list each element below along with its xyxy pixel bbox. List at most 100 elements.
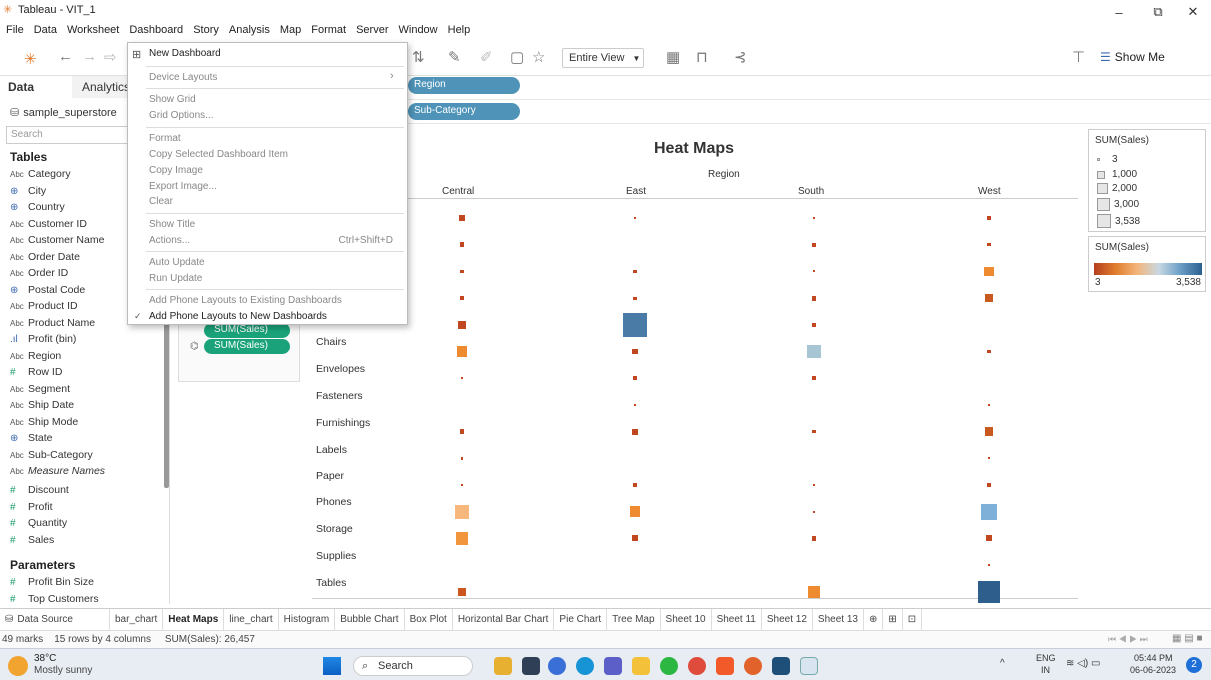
menu-item-clear[interactable]: Clear	[149, 196, 173, 207]
show-me-button[interactable]: ☰ Show Me	[1100, 50, 1165, 64]
heatmap-mark[interactable]	[977, 580, 1001, 603]
tab-sheet-12[interactable]: Sheet 12	[762, 608, 813, 631]
heatmap-mark[interactable]	[811, 295, 817, 301]
menu-item-device-layouts[interactable]: Device Layouts	[149, 72, 217, 83]
tableau-home-icon[interactable]: ✳	[24, 50, 37, 68]
heatmap-mark[interactable]	[633, 483, 637, 487]
field-city[interactable]: ⊕ City	[10, 185, 46, 197]
brave-icon[interactable]	[716, 657, 734, 675]
heatmap-mark[interactable]	[456, 346, 468, 357]
file-explorer-icon[interactable]	[632, 657, 650, 675]
task-view-icon[interactable]	[522, 657, 540, 675]
heatmap-mark[interactable]	[633, 216, 637, 220]
tab-sheet-11[interactable]: Sheet 11	[712, 608, 762, 631]
heatmap-mark[interactable]	[459, 215, 465, 221]
rows-pill-subcategory[interactable]: Sub-Category	[408, 103, 520, 120]
menu-item-copy-selected[interactable]: Copy Selected Dashboard Item	[149, 149, 288, 160]
field-segment[interactable]: Abc Segment	[10, 383, 70, 395]
field-order-date[interactable]: Abc Order Date	[10, 251, 80, 263]
heatmap-mark[interactable]	[813, 270, 815, 273]
menu-dashboard[interactable]: Dashboard	[129, 24, 183, 36]
heatmap-mark[interactable]	[812, 322, 816, 327]
heatmap-mark[interactable]	[807, 344, 821, 359]
tab-histogram[interactable]: Histogram	[279, 608, 336, 631]
field-discount[interactable]: # Discount	[10, 484, 69, 496]
heatmap-mark[interactable]	[986, 215, 992, 221]
field-measure-names[interactable]: Abc Measure Names	[10, 465, 105, 477]
heatmap-mark[interactable]	[984, 266, 994, 276]
heatmap-mark[interactable]	[629, 506, 641, 518]
forward-arrow-icon[interactable]: →	[82, 48, 97, 65]
annotate-icon[interactable]: ✐	[480, 48, 493, 66]
tab-data[interactable]: Data	[0, 76, 72, 98]
chat-app-icon[interactable]	[548, 657, 566, 675]
field-sales[interactable]: # Sales	[10, 534, 54, 546]
widgets-app-icon[interactable]	[494, 657, 512, 675]
heatmap-mark[interactable]	[460, 457, 464, 460]
wifi-icon[interactable]: ≋ ◁) ▭	[1066, 658, 1100, 669]
heatmap-mark[interactable]	[632, 348, 638, 355]
heatmap-mark[interactable]	[986, 535, 992, 542]
menu-window[interactable]: Window	[399, 24, 438, 36]
highlight-icon[interactable]: ✎	[448, 48, 461, 66]
menu-worksheet[interactable]: Worksheet	[67, 24, 119, 36]
field-product-id[interactable]: Abc Product ID	[10, 300, 78, 312]
menu-file[interactable]: File	[6, 24, 24, 36]
field-country[interactable]: ⊕ Country	[10, 201, 65, 213]
menu-item-phone-existing[interactable]: Add Phone Layouts to Existing Dashboards	[149, 295, 342, 306]
field-row-id[interactable]: # Row ID	[10, 366, 62, 378]
field-customer-name[interactable]: Abc Customer Name	[10, 234, 104, 246]
menu-format[interactable]: Format	[311, 24, 346, 36]
fit-dropdown[interactable]: Entire View ▼	[562, 48, 644, 68]
heatmap-mark[interactable]	[460, 296, 464, 300]
menu-item-new-dashboard[interactable]: New Dashboard	[149, 48, 221, 59]
heatmap-mark[interactable]	[457, 320, 467, 329]
taskbar-search[interactable]: ⌕ Search	[353, 656, 473, 676]
field-quantity[interactable]: # Quantity	[10, 517, 67, 529]
field-region[interactable]: Abc Region	[10, 350, 61, 362]
heatmap-mark[interactable]	[812, 483, 816, 487]
heatmap-mark[interactable]	[984, 427, 994, 436]
teams-icon[interactable]	[604, 657, 622, 675]
menu-server[interactable]: Server	[356, 24, 388, 36]
field-state[interactable]: ⊕ State	[10, 432, 53, 444]
tab-line-chart[interactable]: line_chart	[224, 608, 279, 631]
tab-data-source[interactable]: ⛁ Data Source	[0, 608, 110, 631]
heatmap-mark[interactable]	[457, 587, 467, 597]
device-preview-icon[interactable]: ⊓	[696, 48, 708, 66]
firefox-icon[interactable]	[744, 657, 762, 675]
sort-icon[interactable]: ⇅	[412, 48, 425, 66]
heatmap-mark[interactable]	[988, 564, 990, 567]
notification-badge[interactable]: 2	[1186, 657, 1202, 673]
new-worksheet-icon[interactable]: ⊕	[864, 608, 884, 631]
heatmap-mark[interactable]	[811, 536, 817, 541]
tab-pie-chart[interactable]: Pie Chart	[554, 608, 608, 631]
heatmap-mark[interactable]	[632, 535, 638, 542]
field-ship-date[interactable]: Abc Ship Date	[10, 399, 74, 411]
field-profit-bin-[interactable]: .ıl Profit (bin)	[10, 333, 76, 345]
heatmap-mark[interactable]	[634, 403, 636, 406]
heatmap-mark[interactable]	[988, 403, 990, 406]
heatmap-mark[interactable]	[984, 293, 994, 303]
menu-item-auto-update[interactable]: Auto Update	[149, 257, 205, 268]
heatmap-mark[interactable]	[455, 504, 469, 519]
tab-horizontal-bar-chart[interactable]: Horizontal Bar Chart	[453, 608, 555, 631]
heatmap-mark[interactable]	[459, 429, 465, 434]
field-order-id[interactable]: Abc Order ID	[10, 267, 68, 279]
share-icon[interactable]: ⊰	[734, 48, 747, 66]
marks-color-pill[interactable]: SUM(Sales)	[204, 339, 290, 354]
field-profit[interactable]: # Profit	[10, 501, 53, 513]
heatmap-mark[interactable]	[981, 503, 997, 520]
heatmap-mark[interactable]	[988, 457, 990, 460]
parameter-item[interactable]: # Top Customers	[10, 593, 99, 605]
menu-item-show-title[interactable]: Show Title	[149, 219, 195, 230]
tab-tree-map[interactable]: Tree Map	[607, 608, 661, 631]
field-customer-id[interactable]: Abc Customer ID	[10, 218, 87, 230]
heatmap-mark[interactable]	[633, 269, 637, 273]
menu-data[interactable]: Data	[34, 24, 57, 36]
field-product-name[interactable]: Abc Product Name	[10, 317, 95, 329]
heatmap-mark[interactable]	[455, 532, 469, 545]
tableau-taskbar-icon[interactable]	[800, 657, 818, 675]
text-icon[interactable]: ▢	[510, 48, 524, 66]
heatmap-mark[interactable]	[633, 296, 637, 300]
